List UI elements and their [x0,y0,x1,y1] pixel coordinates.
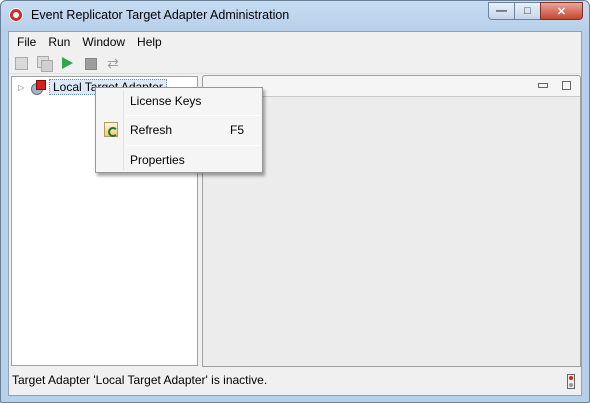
menu-window[interactable]: Window [76,32,131,52]
menu-item-shortcut: F5 [230,123,245,137]
minimize-button[interactable]: — [488,2,514,20]
title-bar[interactable]: Event Replicator Target Adapter Administ… [1,1,589,31]
menu-item-license-keys[interactable]: License Keys [98,89,260,113]
pane-maximize-icon[interactable] [562,81,571,90]
context-menu: License Keys Refresh F5 Properties [95,87,263,173]
status-text: Target Adapter 'Local Target Adapter' is… [12,373,268,387]
stop-icon[interactable] [82,55,98,71]
save-all-icon[interactable] [36,55,53,72]
save-icon[interactable] [13,55,29,71]
menu-item-properties[interactable]: Properties [98,148,260,172]
app-window: Event Replicator Target Adapter Administ… [0,0,590,403]
menu-item-refresh[interactable]: Refresh F5 [98,118,260,142]
menu-separator [126,115,260,116]
menu-run[interactable]: Run [42,32,76,52]
menu-item-label: Refresh [130,123,173,137]
target-adapter-icon [30,80,46,95]
refresh-icon [104,122,118,137]
app-icon [9,8,23,22]
menu-separator [126,145,260,146]
window-title: Event Replicator Target Adapter Administ… [31,8,290,22]
sync-icon[interactable]: ⇄ [105,55,121,71]
close-button[interactable]: ✕ [540,2,583,20]
window-controls: — □ ✕ [488,2,583,20]
menu-help[interactable]: Help [131,32,168,52]
menu-item-label: Properties [130,153,185,167]
status-indicator-icon [567,374,575,389]
maximize-button[interactable]: □ [514,2,540,20]
client-area: File Run Window Help ⇄ ▷ Local Target Ad… [8,31,582,396]
run-icon[interactable] [59,55,75,71]
expand-arrow-icon[interactable]: ▷ [18,83,28,92]
menu-file[interactable]: File [11,32,42,52]
pane-minimize-icon[interactable] [536,79,548,91]
menu-item-label: License Keys [130,94,202,108]
toolbar: ⇄ [9,52,581,74]
status-bar: Target Adapter 'Local Target Adapter' is… [9,369,581,395]
menu-bar: File Run Window Help [9,32,581,52]
